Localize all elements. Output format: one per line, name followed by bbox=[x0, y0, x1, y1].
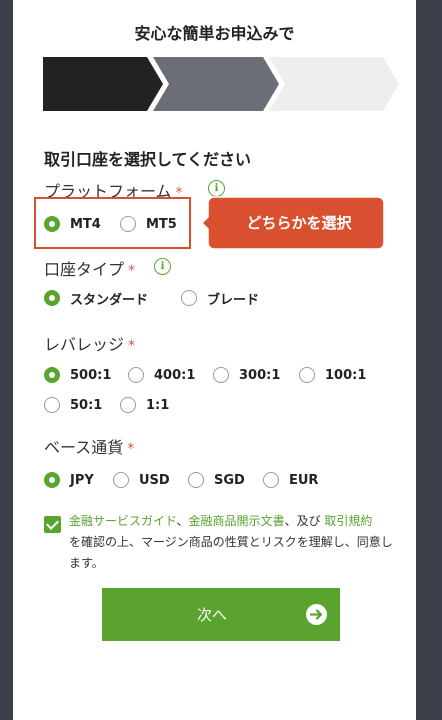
section-title: 取引口座を選択してください bbox=[44, 150, 252, 169]
agreement-body: を確認の上、マージン商品の性質とリスクを理解し、同意します。 bbox=[69, 535, 393, 570]
leverage-label: レバレッジ * bbox=[44, 331, 135, 355]
annotation-callout-text: どちらかを選択 bbox=[246, 214, 352, 232]
info-icon[interactable]: i bbox=[208, 180, 225, 197]
radio-icon[interactable] bbox=[113, 472, 129, 488]
next-button-label: 次へ bbox=[196, 606, 227, 624]
agreement-separator: 、及び bbox=[284, 514, 325, 528]
option-label: スタンダード bbox=[70, 292, 149, 308]
radio-selected-icon[interactable] bbox=[44, 367, 60, 383]
info-icon[interactable]: i bbox=[154, 258, 171, 275]
currency-option-usd[interactable]: USD bbox=[113, 469, 170, 491]
agreement-separator: 、 bbox=[176, 514, 189, 528]
radio-icon[interactable] bbox=[188, 472, 204, 488]
leverage-option-1[interactable]: 1:1 bbox=[120, 394, 169, 416]
step-3 bbox=[269, 57, 399, 111]
agreement-checkbox[interactable] bbox=[44, 516, 61, 533]
option-label: EUR bbox=[289, 472, 319, 488]
option-label: SGD bbox=[214, 472, 245, 488]
option-label: 300:1 bbox=[239, 367, 281, 383]
account-option-blade[interactable]: ブレード bbox=[181, 287, 259, 309]
progress-steps bbox=[43, 57, 399, 111]
radio-icon[interactable] bbox=[299, 367, 315, 383]
option-label: 400:1 bbox=[154, 367, 196, 383]
option-label: 1:1 bbox=[146, 397, 170, 413]
next-button[interactable]: 次へ bbox=[102, 588, 340, 641]
leverage-option-100[interactable]: 100:1 bbox=[299, 364, 366, 386]
required-mark: * bbox=[127, 441, 135, 457]
currency-option-eur[interactable]: EUR bbox=[263, 469, 318, 491]
agreement-text: 金融サービスガイド、金融商品開示文書、及び 取引規約を確認の上、マージン商品の性… bbox=[69, 511, 399, 574]
leverage-option-300[interactable]: 300:1 bbox=[213, 364, 280, 386]
option-label: 50:1 bbox=[70, 397, 103, 413]
required-mark: * bbox=[128, 338, 136, 354]
option-label: 500:1 bbox=[70, 367, 112, 383]
financial-services-guide-link[interactable]: 金融サービスガイド bbox=[69, 514, 177, 528]
page-headline: 安心な簡単お申込みで bbox=[134, 24, 295, 43]
base-currency-label: ベース通貨 * bbox=[44, 434, 134, 458]
radio-icon[interactable] bbox=[128, 367, 144, 383]
option-label: JPY bbox=[70, 472, 94, 488]
leverage-label-text: レバレッジ bbox=[44, 335, 125, 354]
product-disclosure-link[interactable]: 金融商品開示文書 bbox=[189, 514, 285, 528]
radio-icon[interactable] bbox=[120, 397, 136, 413]
option-label: USD bbox=[139, 472, 170, 488]
leverage-option-500[interactable]: 500:1 bbox=[44, 364, 111, 386]
option-label: ブレード bbox=[207, 292, 260, 308]
account-type-label: 口座タイプ * bbox=[44, 256, 135, 280]
terms-link[interactable]: 取引規約 bbox=[324, 514, 372, 528]
arrow-right-icon bbox=[306, 604, 327, 625]
currency-option-jpy[interactable]: JPY bbox=[44, 469, 94, 491]
signup-panel: 安心な簡単お申込みで 取引口座を選択してください プラットフォーム * i MT4… bbox=[13, 0, 416, 720]
step-1 bbox=[43, 57, 163, 111]
account-option-standard[interactable]: スタンダード bbox=[44, 287, 148, 309]
leverage-option-400[interactable]: 400:1 bbox=[128, 364, 195, 386]
currency-option-sgd[interactable]: SGD bbox=[188, 469, 245, 491]
radio-selected-icon[interactable] bbox=[44, 472, 60, 488]
leverage-option-50[interactable]: 50:1 bbox=[44, 394, 102, 416]
required-mark: * bbox=[128, 263, 136, 279]
radio-icon[interactable] bbox=[263, 472, 279, 488]
base-currency-label-text: ベース通貨 bbox=[44, 438, 124, 457]
account-type-label-text: 口座タイプ bbox=[44, 260, 125, 279]
radio-selected-icon[interactable] bbox=[44, 290, 60, 306]
step-2 bbox=[153, 57, 279, 111]
radio-icon[interactable] bbox=[44, 397, 60, 413]
highlight-box bbox=[34, 197, 191, 249]
radio-icon[interactable] bbox=[213, 367, 229, 383]
option-label: 100:1 bbox=[325, 367, 367, 383]
radio-icon[interactable] bbox=[181, 290, 197, 306]
